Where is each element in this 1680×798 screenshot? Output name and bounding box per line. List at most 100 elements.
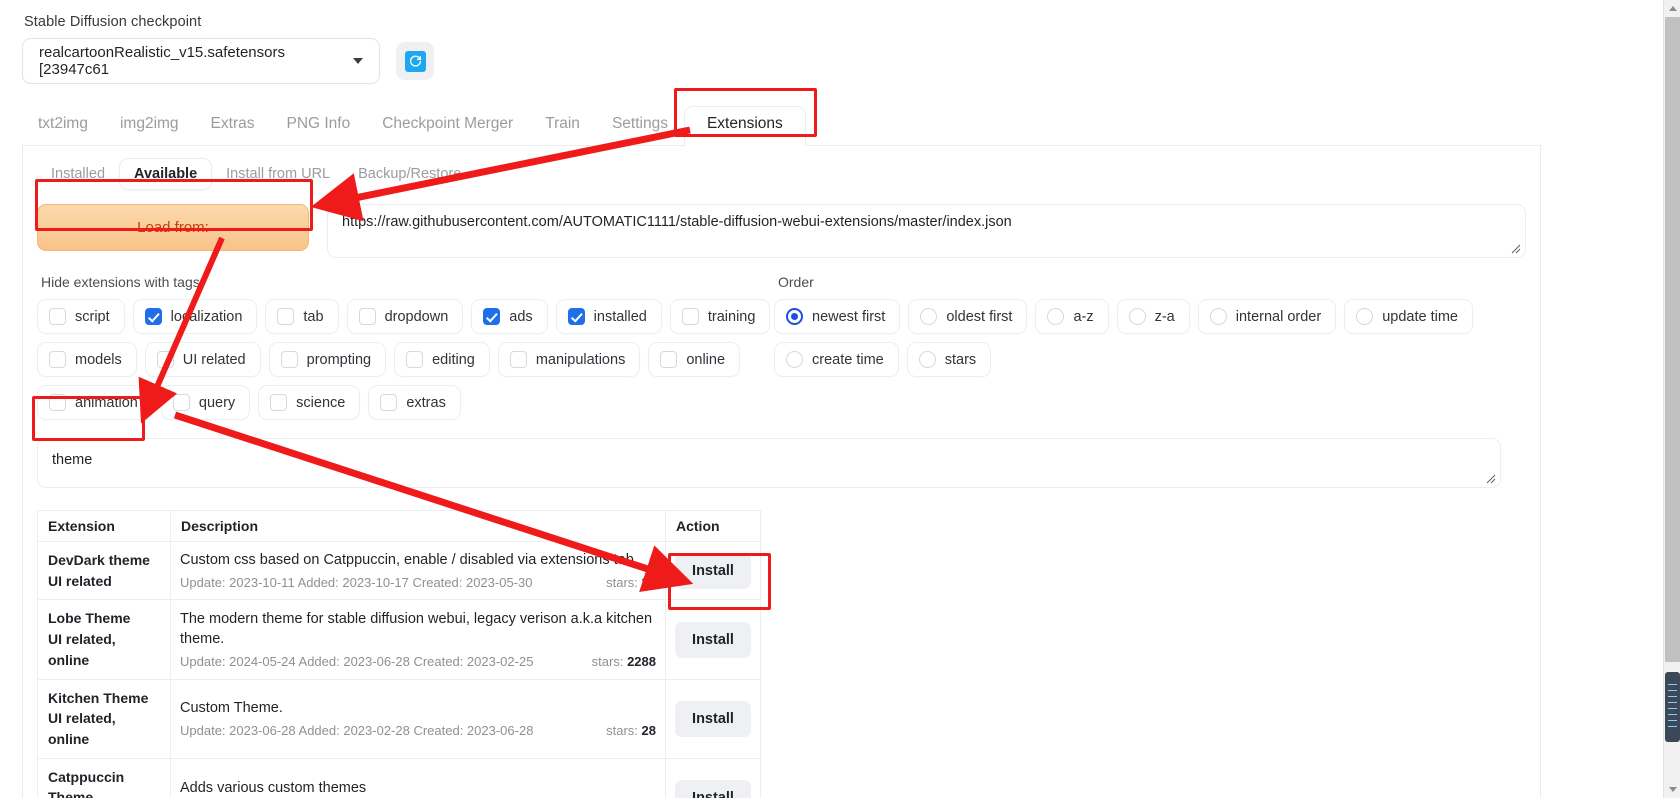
tag-chip-manipulations[interactable]: manipulations bbox=[497, 342, 641, 377]
install-button[interactable]: Install bbox=[675, 621, 751, 658]
order-label-text: oldest first bbox=[946, 308, 1013, 325]
tag-chip-editing[interactable]: editing bbox=[394, 342, 490, 377]
install-button[interactable]: Install bbox=[675, 779, 751, 798]
checkbox-icon[interactable] bbox=[49, 351, 66, 368]
order-label: Order bbox=[778, 274, 814, 290]
checkbox-icon[interactable] bbox=[49, 394, 66, 411]
subtab-installed[interactable]: Installed bbox=[37, 159, 119, 189]
subtab-available[interactable]: Available bbox=[119, 158, 213, 190]
load-from-button[interactable]: Load from: bbox=[37, 204, 309, 251]
tag-chip-ads[interactable]: ads bbox=[471, 299, 548, 334]
radio-icon[interactable] bbox=[1209, 308, 1227, 325]
tab-settings[interactable]: Settings bbox=[596, 107, 684, 145]
header-description: Description bbox=[170, 510, 666, 542]
checkbox-checked-icon[interactable] bbox=[144, 308, 162, 325]
page-scrollbar[interactable] bbox=[1663, 0, 1680, 798]
main-tabbar: txt2img img2img Extras PNG Info Checkpoi… bbox=[22, 106, 1541, 146]
checkbox-icon[interactable] bbox=[406, 351, 424, 368]
order-chip-stars[interactable]: stars bbox=[906, 342, 992, 377]
checkbox-icon[interactable] bbox=[509, 351, 527, 368]
tag-chip-online[interactable]: online bbox=[648, 342, 741, 377]
radio-checked-icon[interactable] bbox=[786, 308, 803, 325]
checkbox-checked-icon[interactable] bbox=[567, 308, 585, 325]
tab-checkpoint-merger[interactable]: Checkpoint Merger bbox=[366, 107, 529, 145]
checkbox-icon[interactable] bbox=[172, 394, 190, 411]
scrollbar-thumb-highlight[interactable] bbox=[1665, 672, 1680, 742]
extension-dates: Update: 2023-06-28 Added: 2023-02-28 Cre… bbox=[180, 722, 534, 738]
order-chip-newest-first[interactable]: newest first bbox=[774, 299, 901, 334]
order-label-text: internal order bbox=[1235, 308, 1322, 325]
order-chip-oldest-first[interactable]: oldest first bbox=[908, 299, 1028, 334]
subtab-backup-restore[interactable]: Backup/Restore bbox=[344, 159, 475, 189]
order-chip-create-time[interactable]: create time bbox=[774, 342, 899, 377]
tag-chip-animation[interactable]: animation bbox=[37, 385, 153, 420]
install-button[interactable]: Install bbox=[675, 700, 751, 737]
checkpoint-select[interactable]: realcartoonRealistic_v15.safetensors [23… bbox=[22, 38, 380, 84]
extension-meta: Update: 2023-10-11 Added: 2023-10-17 Cre… bbox=[180, 575, 656, 590]
tag-label: query bbox=[198, 394, 236, 411]
extension-name: Catppuccin Theme bbox=[48, 768, 125, 798]
checkbox-icon[interactable] bbox=[270, 394, 288, 411]
tag-chip-tab[interactable]: tab bbox=[265, 299, 339, 334]
tag-label: dropdown bbox=[384, 308, 449, 325]
tag-chip-installed[interactable]: installed bbox=[555, 299, 662, 334]
checkbox-icon[interactable] bbox=[660, 351, 678, 368]
tag-chip-localization[interactable]: localization bbox=[132, 299, 258, 334]
tag-label: online bbox=[686, 351, 726, 368]
extension-description-cell: Adds various custom themes Update: 2023-… bbox=[170, 757, 666, 798]
subtab-install-from-url[interactable]: Install from URL bbox=[212, 159, 344, 189]
checkbox-checked-icon[interactable] bbox=[483, 308, 501, 325]
checkbox-icon[interactable] bbox=[156, 351, 174, 368]
tab-png-info[interactable]: PNG Info bbox=[270, 107, 366, 145]
tag-label: extras bbox=[406, 394, 446, 411]
radio-icon[interactable] bbox=[920, 308, 938, 325]
tag-chip-script[interactable]: script bbox=[37, 299, 125, 334]
order-chip-a-z[interactable]: a-z bbox=[1035, 299, 1109, 334]
tag-chip-query[interactable]: query bbox=[160, 385, 251, 420]
radio-icon[interactable] bbox=[1047, 308, 1065, 325]
tag-chip-models[interactable]: models bbox=[37, 342, 137, 377]
tag-label: animation bbox=[75, 394, 138, 411]
resize-grip-icon[interactable] bbox=[1484, 472, 1496, 484]
radio-icon[interactable] bbox=[786, 351, 803, 368]
tab-img2img[interactable]: img2img bbox=[104, 107, 195, 145]
scrollbar-track[interactable] bbox=[1664, 17, 1680, 781]
checkbox-icon[interactable] bbox=[358, 308, 376, 325]
install-button[interactable]: Install bbox=[675, 552, 751, 589]
search-input[interactable]: theme bbox=[37, 438, 1501, 488]
tag-chip-extras[interactable]: extras bbox=[368, 385, 461, 420]
resize-grip-icon[interactable] bbox=[1509, 242, 1521, 254]
checkbox-icon[interactable] bbox=[49, 308, 66, 325]
tab-extras[interactable]: Extras bbox=[195, 107, 271, 145]
index-url-input[interactable]: https://raw.githubusercontent.com/AUTOMA… bbox=[327, 204, 1526, 258]
radio-icon[interactable] bbox=[1128, 308, 1146, 325]
tag-chip-ui-related[interactable]: UI related bbox=[144, 342, 261, 377]
tag-chip-science[interactable]: science bbox=[258, 385, 361, 420]
refresh-checkpoints-button[interactable] bbox=[396, 42, 434, 80]
checkbox-icon[interactable] bbox=[380, 394, 398, 411]
radio-icon[interactable] bbox=[1356, 308, 1374, 325]
tab-extensions[interactable]: Extensions bbox=[683, 106, 806, 146]
checkbox-icon[interactable] bbox=[280, 351, 298, 368]
tab-train[interactable]: Train bbox=[529, 107, 596, 145]
table-header-row: Extension Description Action bbox=[37, 510, 761, 542]
scrollbar-thumb[interactable] bbox=[1665, 17, 1680, 662]
radio-icon[interactable] bbox=[918, 351, 936, 368]
tag-chip-training[interactable]: training bbox=[669, 299, 771, 334]
order-chip-internal-order[interactable]: internal order bbox=[1197, 299, 1337, 334]
extension-description-cell: Custom css based on Catppuccin, enable /… bbox=[170, 540, 666, 601]
scroll-up-arrow-icon[interactable] bbox=[1664, 0, 1680, 17]
order-chip-z-a[interactable]: z-a bbox=[1116, 299, 1190, 334]
scroll-down-arrow-icon[interactable] bbox=[1664, 781, 1680, 798]
tab-txt2img[interactable]: txt2img bbox=[22, 107, 104, 145]
order-label-text: create time bbox=[812, 351, 884, 368]
order-chip-update-time[interactable]: update time bbox=[1344, 299, 1473, 334]
checkbox-icon[interactable] bbox=[681, 308, 699, 325]
checkbox-icon[interactable] bbox=[277, 308, 295, 325]
extension-stars: stars: 2288 bbox=[592, 654, 656, 669]
tag-chip-prompting[interactable]: prompting bbox=[268, 342, 387, 377]
tag-label: script bbox=[75, 308, 110, 325]
webui-page: Stable Diffusion checkpoint realcartoonR… bbox=[0, 0, 1660, 798]
tag-label: training bbox=[707, 308, 756, 325]
tag-chip-dropdown[interactable]: dropdown bbox=[346, 299, 464, 334]
